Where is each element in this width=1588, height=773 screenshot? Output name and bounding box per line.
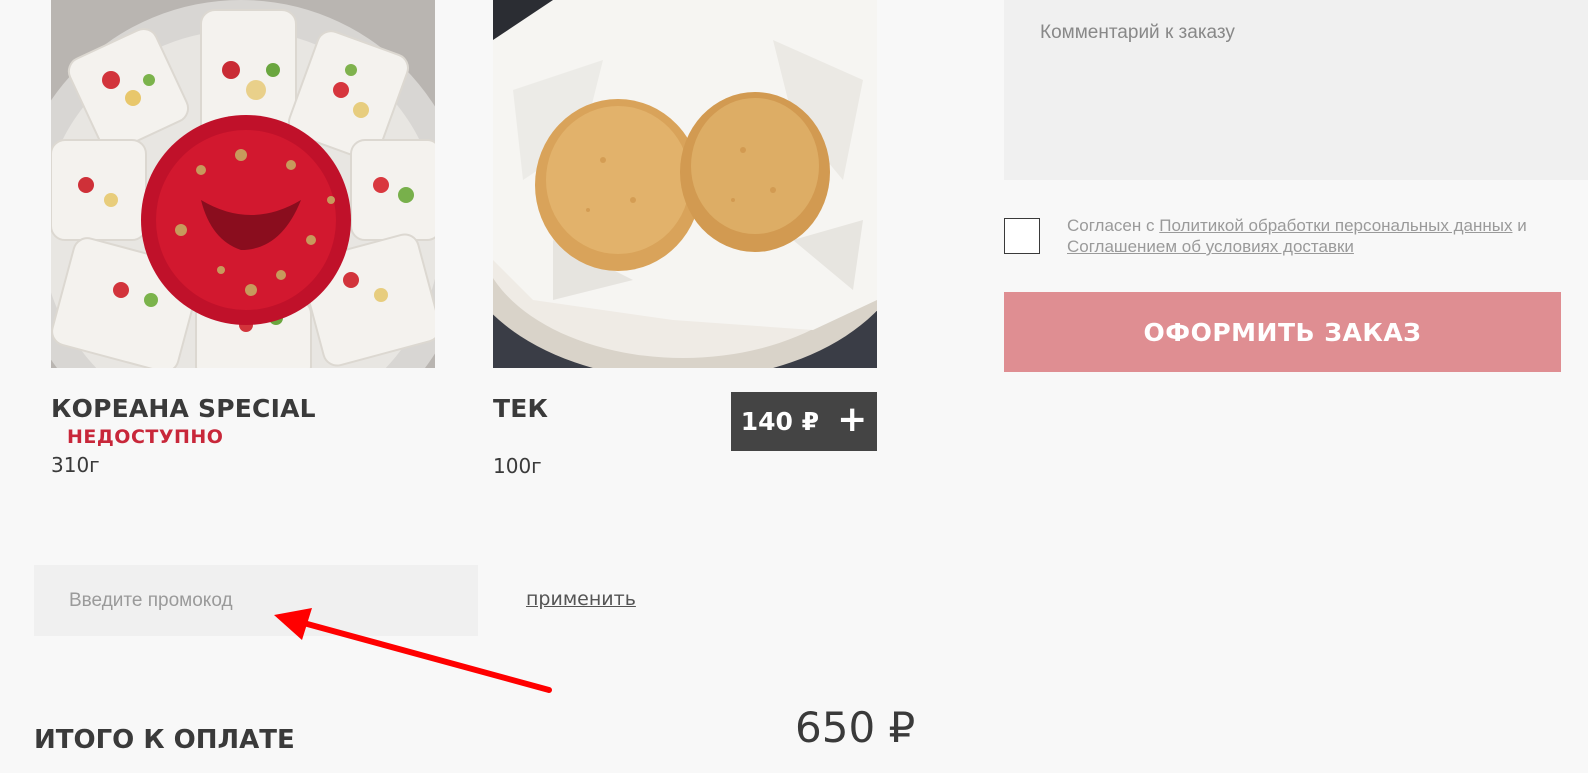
consent-checkbox[interactable] <box>1004 218 1040 254</box>
total-label: ИТОГО К ОПЛАТЕ <box>34 725 295 755</box>
place-order-button[interactable]: ОФОРМИТЬ ЗАКАЗ <box>1004 292 1561 372</box>
privacy-policy-link[interactable]: Политикой обработки персональных данных <box>1159 216 1512 235</box>
product-title[interactable]: КОРЕАНА SPECIAL <box>51 394 316 423</box>
plus-icon: + <box>837 399 868 440</box>
product-title[interactable]: ТЕК <box>493 394 548 423</box>
fried-pies-photo <box>493 0 877 368</box>
add-to-cart-button[interactable]: 140 ₽ + <box>731 392 877 451</box>
promo-code-input[interactable] <box>34 565 478 636</box>
unavailable-badge: НЕДОСТУПНО <box>67 426 224 448</box>
product-image-koreana[interactable] <box>51 0 435 368</box>
dessert-rolls-photo <box>51 0 435 368</box>
product-image-tek[interactable] <box>493 0 877 368</box>
total-amount: 650 ₽ <box>795 703 916 752</box>
delivery-terms-link[interactable]: Соглашением об условиях доставки <box>1067 237 1354 256</box>
product-weight: 100г <box>493 454 542 478</box>
product-weight: 310г <box>51 453 100 477</box>
order-comment-field[interactable] <box>1004 0 1588 180</box>
apply-promo-link[interactable]: применить <box>526 588 636 610</box>
price-label: 140 ₽ <box>740 407 820 436</box>
consent-text: Согласен с Политикой обработки персональ… <box>1067 215 1577 257</box>
consent-and: и <box>1517 216 1527 235</box>
consent-prefix: Согласен с <box>1067 216 1155 235</box>
